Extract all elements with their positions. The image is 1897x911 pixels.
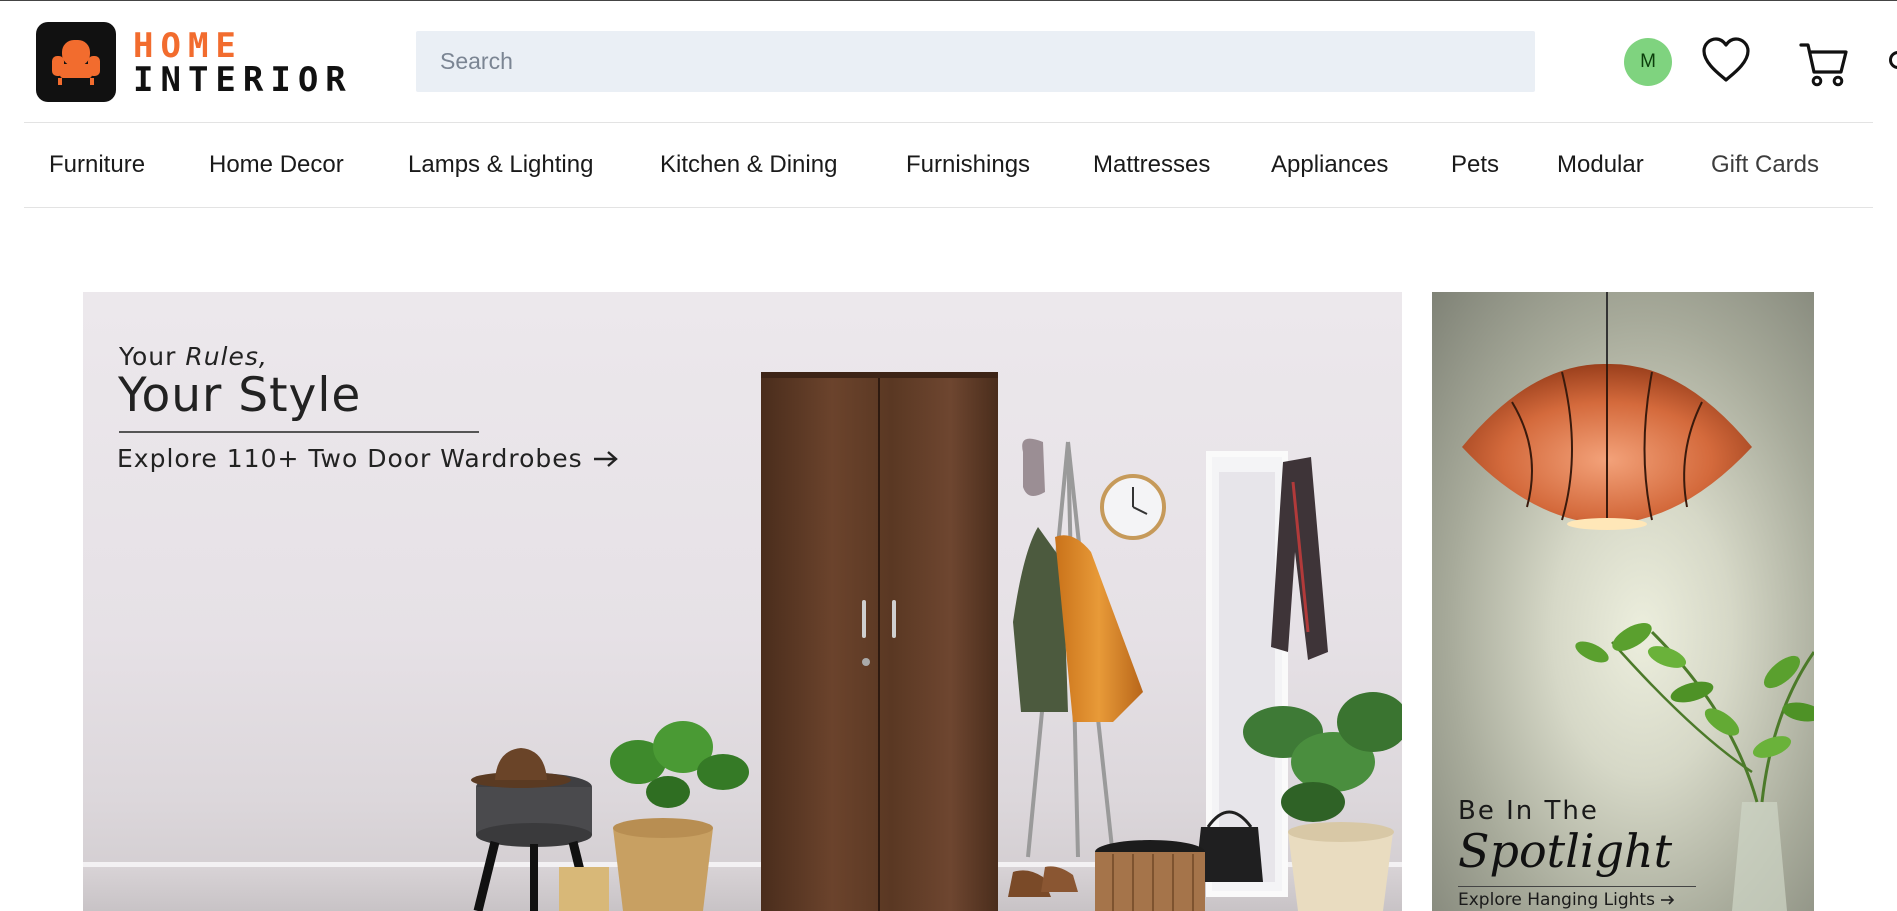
window-top-border bbox=[0, 0, 1897, 1]
category-nav: Furniture Home Decor Lamps & Lighting Ki… bbox=[0, 123, 1897, 207]
hero-cta-link[interactable]: Explore 110+ Two Door Wardrobes bbox=[117, 444, 620, 473]
nav-item-appliances[interactable]: Appliances bbox=[1271, 150, 1388, 180]
search-icon bbox=[1889, 51, 1897, 69]
side-banner[interactable]: Be In The Spotlight Explore Hanging Ligh… bbox=[1432, 292, 1814, 911]
nav-item-pets[interactable]: Pets bbox=[1451, 150, 1499, 180]
nav-divider bbox=[24, 207, 1873, 208]
brand-name-line2: INTERIOR bbox=[133, 60, 353, 100]
nav-item-modular[interactable]: Modular bbox=[1557, 150, 1644, 180]
cart-icon[interactable] bbox=[1798, 40, 1850, 88]
armchair-icon bbox=[52, 40, 100, 85]
hero-divider bbox=[119, 431, 479, 433]
arrow-right-icon bbox=[1661, 895, 1675, 905]
side-banner-line2: Spotlight bbox=[1458, 824, 1673, 878]
side-banner-cta-label: Explore Hanging Lights bbox=[1458, 890, 1655, 910]
nav-item-mattresses[interactable]: Mattresses bbox=[1093, 150, 1210, 180]
nav-item-furnishings[interactable]: Furnishings bbox=[906, 150, 1030, 180]
side-banner-cta-link[interactable]: Explore Hanging Lights bbox=[1458, 890, 1676, 910]
nav-item-gift-cards[interactable]: Gift Cards bbox=[1711, 150, 1819, 180]
nav-item-lamps-lighting[interactable]: Lamps & Lighting bbox=[408, 150, 593, 180]
hero-cta-label: Explore 110+ Two Door Wardrobes bbox=[117, 444, 583, 473]
nav-item-kitchen-dining[interactable]: Kitchen & Dining bbox=[660, 150, 837, 180]
hero-eyebrow-emphasis: Rules, bbox=[185, 342, 268, 371]
hero-eyebrow: Your Rules, bbox=[119, 342, 268, 371]
search-input[interactable] bbox=[416, 31, 1456, 92]
logo[interactable] bbox=[36, 22, 116, 102]
side-banner-divider bbox=[1458, 886, 1696, 887]
hero-title: Your Style bbox=[118, 368, 362, 423]
nav-item-furniture[interactable]: Furniture bbox=[49, 150, 145, 180]
hero-eyebrow-prefix: Your bbox=[119, 342, 186, 371]
hero-banner[interactable]: Your Rules, Your Style Explore 110+ Two … bbox=[83, 292, 1402, 911]
user-avatar[interactable]: M bbox=[1624, 38, 1672, 86]
nav-item-home-decor[interactable]: Home Decor bbox=[209, 150, 344, 180]
arrow-right-icon bbox=[593, 451, 618, 467]
side-banner-line1: Be In The bbox=[1458, 796, 1599, 826]
search-bar bbox=[416, 31, 1897, 92]
heart-icon[interactable] bbox=[1700, 36, 1752, 84]
search-button[interactable] bbox=[1881, 43, 1897, 83]
